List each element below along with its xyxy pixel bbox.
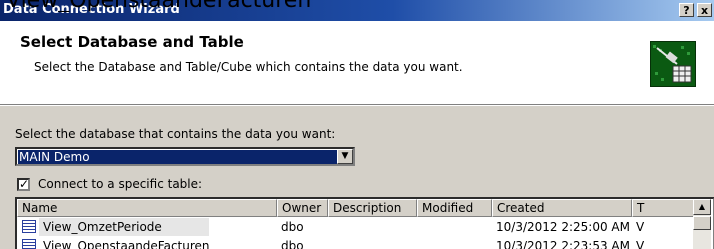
vertical-scrollbar[interactable]: ▲ [693,199,711,249]
table-row[interactable]: View_OpenstaandeFacturen dbo 10/3/2012 2… [17,237,713,249]
above-window-text: View_OpenstaandeFacturen [6,0,311,12]
wizard-header: Select Database and Table Select the Dat… [0,21,714,104]
table-description [328,218,417,236]
database-label: Select the database that contains the da… [15,127,336,141]
table-type: V [636,239,645,249]
column-header-description[interactable]: Description [328,199,417,217]
help-button[interactable]: ? [679,3,694,17]
table-created: 10/3/2012 2:25:00 AM [496,220,630,234]
table-owner: dbo [281,220,304,234]
close-button[interactable]: x [697,3,712,17]
column-header-owner[interactable]: Owner [277,199,328,217]
table-modified [417,218,492,236]
specific-table-checkbox[interactable]: ✓ [17,178,30,191]
database-select[interactable]: MAIN Demo ▼ [15,147,355,166]
column-header-created[interactable]: Created [492,199,632,217]
table-icon [22,220,36,233]
table-icon [22,239,36,249]
database-plug-icon [650,41,696,87]
page-subtitle: Select the Database and Table/Cube which… [34,60,463,74]
database-select-value[interactable]: MAIN Demo [18,150,338,164]
column-header-modified[interactable]: Modified [417,199,492,217]
chevron-down-icon[interactable]: ▼ [337,149,353,164]
column-header-type[interactable]: T [632,199,697,217]
table-modified [417,237,492,249]
table-owner: dbo [281,239,304,249]
table-row[interactable]: View_OmzetPeriode dbo 10/3/2012 2:25:00 … [17,218,713,236]
table-name[interactable]: View_OmzetPeriode [39,218,209,236]
column-header-name[interactable]: Name [17,199,277,217]
tables-list-header: Name Owner Description Modified Created … [17,199,713,217]
page-title: Select Database and Table [20,33,244,51]
table-name[interactable]: View_OpenstaandeFacturen [39,237,277,249]
data-connection-wizard-dialog: Data Connection Wizard ? x Select Databa… [0,0,714,249]
scrollbar-thumb[interactable] [693,216,711,230]
table-type: V [636,220,645,234]
table-description [328,237,417,249]
scroll-up-icon[interactable]: ▲ [693,199,711,215]
specific-table-label[interactable]: Connect to a specific table: [38,177,202,191]
table-created: 10/3/2012 2:23:53 AM [496,239,630,249]
tables-list[interactable]: Name Owner Description Modified Created … [15,197,714,249]
